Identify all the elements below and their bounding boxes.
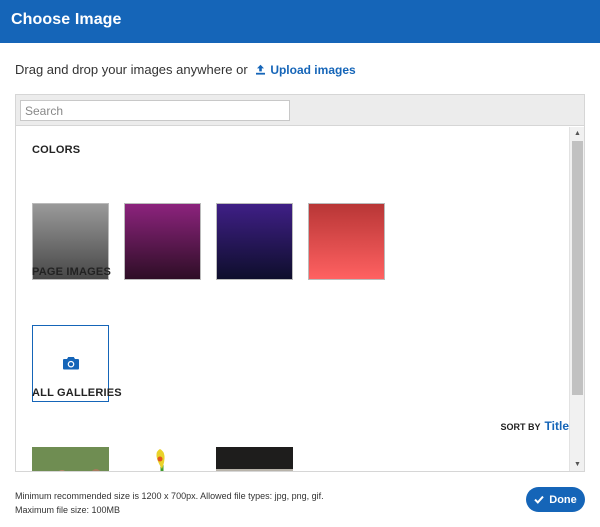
gallery-thumbnail-stage[interactable]	[216, 447, 293, 471]
sort-by-title-link[interactable]: Title	[545, 419, 569, 433]
stage-image	[216, 447, 293, 471]
gallery-thumbnail-plant[interactable]	[124, 447, 201, 471]
color-swatch-indigo[interactable]	[216, 203, 293, 280]
sort-by-label: SORT BY	[500, 422, 541, 432]
image-browser-panel: COLORS PAGE IMAGES ALL GALLERIES SORT BY…	[15, 94, 585, 472]
checkmark-icon	[534, 495, 544, 504]
dialog-title: Choose Image	[11, 11, 122, 28]
page-images-heading: PAGE IMAGES	[32, 266, 112, 278]
vertical-scrollbar[interactable]: ▲ ▼	[569, 127, 584, 471]
colors-heading: COLORS	[32, 144, 81, 156]
color-swatch-purple[interactable]	[124, 203, 201, 280]
instructions-text: Drag and drop your images anywhere or	[15, 62, 248, 77]
all-galleries-heading: ALL GALLERIES	[32, 387, 122, 399]
camera-icon	[63, 357, 79, 370]
gallery-thumbnail-group-photo[interactable]	[32, 447, 109, 471]
upload-images-link[interactable]: Upload images	[255, 63, 356, 77]
search-input[interactable]	[20, 100, 290, 121]
upload-icon	[256, 64, 266, 75]
scroll-up-arrow-icon[interactable]: ▲	[570, 127, 584, 140]
plant-image	[124, 447, 201, 471]
done-button-label: Done	[549, 493, 577, 506]
file-requirements-note: Minimum recommended size is 1200 x 700px…	[15, 491, 324, 515]
group-photo-image	[32, 447, 109, 471]
image-list: COLORS PAGE IMAGES ALL GALLERIES SORT BY…	[16, 127, 569, 471]
done-button[interactable]: Done	[526, 487, 585, 512]
upload-images-label: Upload images	[270, 63, 356, 77]
scroll-down-arrow-icon[interactable]: ▼	[570, 458, 584, 471]
scroll-thumb[interactable]	[572, 141, 583, 395]
search-bar	[16, 95, 584, 126]
instructions: Drag and drop your images anywhere or Up…	[15, 62, 356, 77]
dialog-titlebar: Choose Image	[0, 0, 600, 43]
color-swatch-red[interactable]	[308, 203, 385, 280]
sort-control: SORT BY Title	[32, 419, 569, 433]
